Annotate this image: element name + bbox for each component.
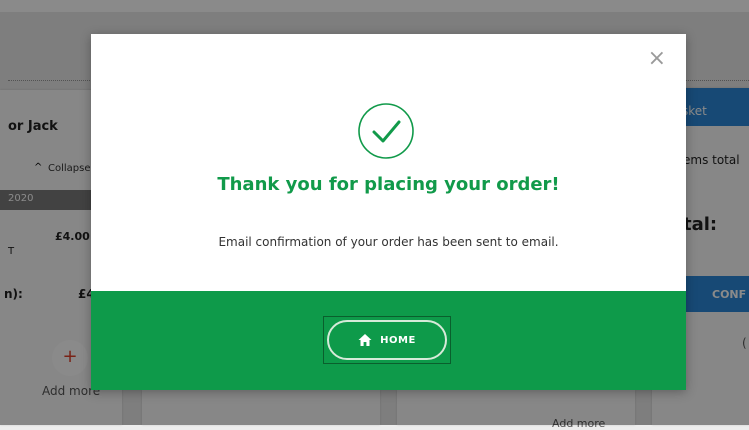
close-icon[interactable]: × xyxy=(648,48,666,70)
modal-title: Thank you for placing your order! xyxy=(217,174,560,195)
modal-footer: HOME xyxy=(91,291,686,390)
check-circle-icon xyxy=(358,103,414,159)
home-button-focus-ring: HOME xyxy=(323,316,451,364)
home-button[interactable]: HOME xyxy=(327,320,447,360)
order-confirmation-modal: × Thank you for placing your order! Emai… xyxy=(91,34,686,390)
home-icon xyxy=(358,334,372,346)
home-button-label: HOME xyxy=(380,334,416,346)
confirmation-message: Email confirmation of your order has bee… xyxy=(218,235,559,249)
